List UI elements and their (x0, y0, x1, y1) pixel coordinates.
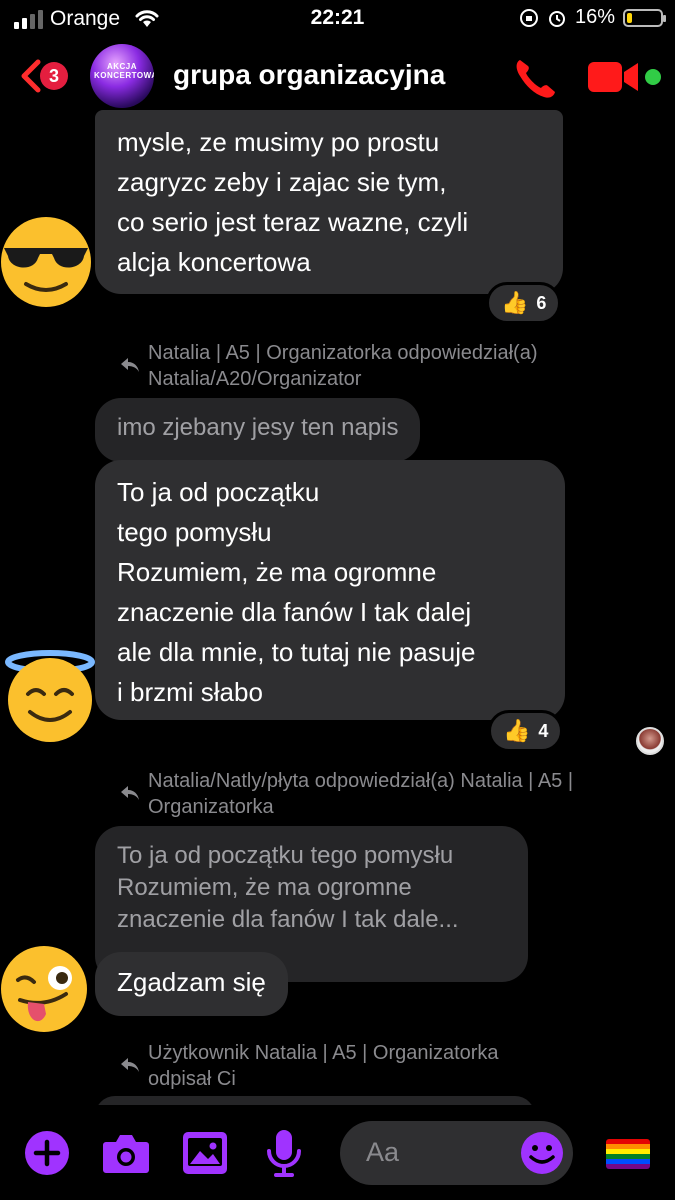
read-receipt-avatar (636, 727, 664, 755)
message-input[interactable]: Aa (340, 1121, 573, 1185)
reaction-count: 4 (538, 720, 549, 741)
rotation-lock-icon (519, 8, 538, 27)
group-title[interactable]: grupa organizacyjna (173, 59, 445, 91)
group-avatar-text: AKCJA KONCERTOWA (94, 62, 154, 80)
reply-arrow-icon (121, 358, 139, 372)
quoted-message[interactable]: imo zjebany jesy ten napis (95, 398, 421, 462)
camera-icon[interactable] (102, 1132, 150, 1174)
group-avatar[interactable]: AKCJA KONCERTOWA (90, 44, 154, 108)
plus-icon[interactable] (24, 1130, 70, 1176)
reaction-pill[interactable]: 👍 6 (486, 282, 562, 324)
message-placeholder: Aa (366, 1137, 400, 1167)
battery-icon (623, 8, 666, 27)
emoji-icon[interactable] (520, 1131, 564, 1175)
winking-tongue-emoji (1, 946, 87, 1032)
chat-header: 3 AKCJA KONCERTOWA grupa organizacyjna (0, 40, 675, 112)
alarm-icon (548, 10, 565, 27)
thumbs-up-icon: 👍 (501, 290, 529, 315)
thumbs-up-icon: 👍 (503, 718, 531, 743)
reaction-pill[interactable]: 👍 4 (488, 710, 564, 752)
reply-arrow-icon (121, 1058, 139, 1072)
gallery-icon[interactable] (182, 1131, 228, 1175)
rainbow-flag-icon[interactable] (606, 1139, 650, 1169)
microphone-icon[interactable] (266, 1129, 302, 1177)
reply-header: Natalia/Natly/płyta odpowiedział(a) Nata… (148, 770, 574, 818)
status-bar: Orange 22:21 16% (0, 0, 675, 40)
composer-bar: Aa (0, 1105, 675, 1200)
halo-face-emoji (5, 650, 95, 742)
sunglasses-face-emoji (1, 217, 91, 307)
unread-badge: 3 (40, 62, 68, 90)
message-bubble[interactable]: To ja od początku tego pomysłu Rozumiem,… (95, 460, 565, 720)
reply-header: Użytkownik Natalia | A5 | Organizatorka … (148, 1042, 499, 1090)
online-indicator (645, 69, 661, 85)
reaction-count: 6 (536, 292, 547, 313)
reply-header: Natalia | A5 | Organizatorka odpowiedzia… (148, 342, 538, 390)
phone-icon[interactable] (512, 56, 558, 100)
reply-arrow-icon (121, 786, 139, 800)
battery-percent: 16% (574, 6, 615, 28)
message-bubble[interactable]: Zgadzam się (95, 952, 288, 1016)
message-bubble[interactable]: mysle, ze musimy po prostu zagryzc zeby … (95, 110, 563, 294)
video-camera-icon[interactable] (588, 60, 640, 94)
